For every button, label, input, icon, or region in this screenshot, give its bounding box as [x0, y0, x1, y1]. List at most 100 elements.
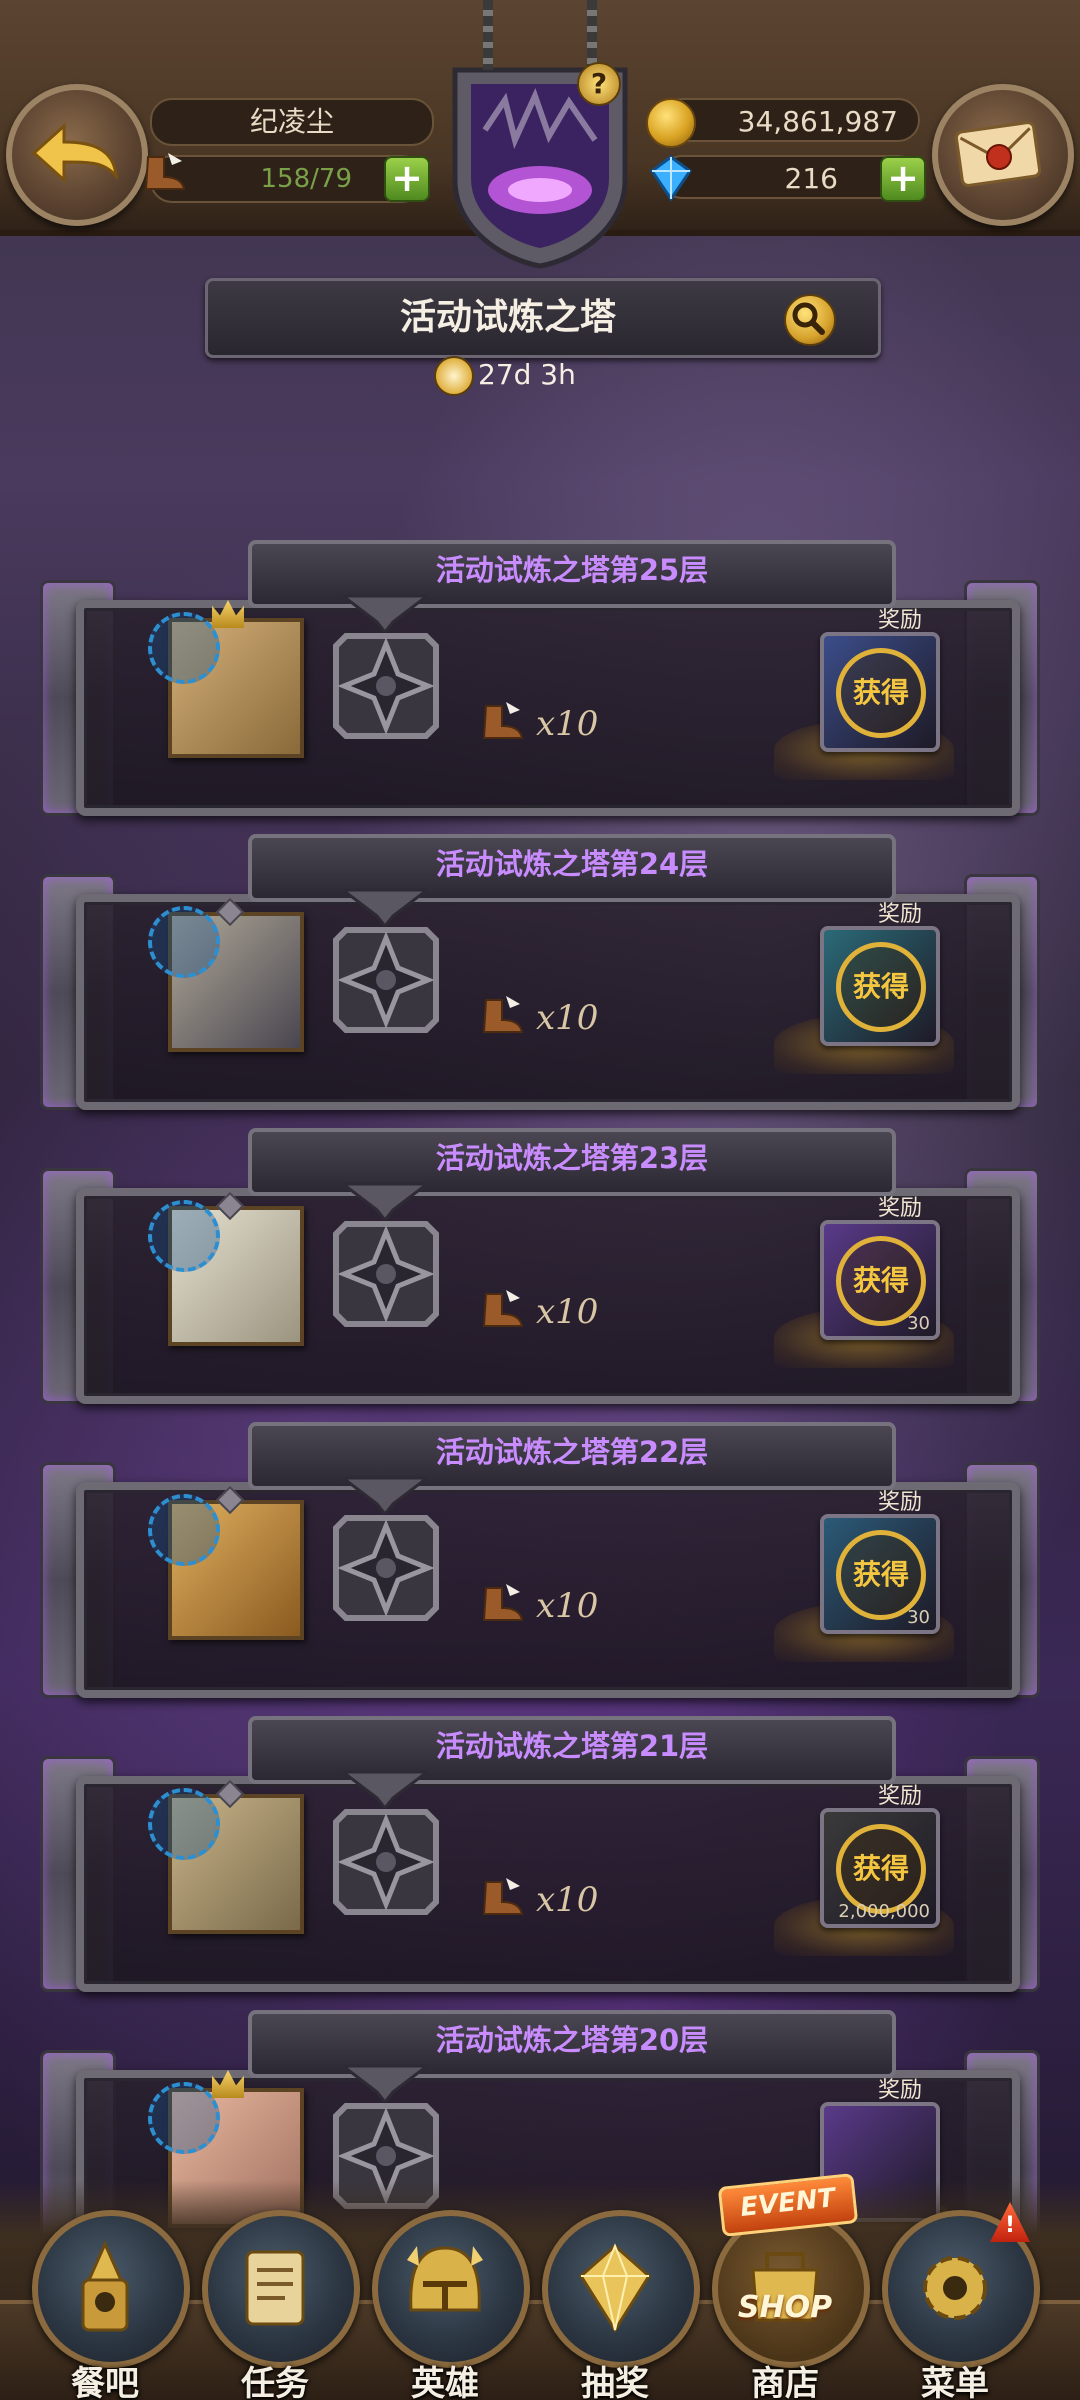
- stamina-cost: x10: [536, 704, 599, 744]
- reward-label: 奖励: [877, 2078, 922, 2103]
- stamina-cost: x10: [536, 1292, 599, 1332]
- floor-card[interactable]: 活动试炼之塔第24层 x10 奖励 获得: [40, 834, 1040, 1110]
- stamina-bar: 158/79 +: [144, 153, 430, 203]
- floor-card[interactable]: 活动试炼之塔第25层 x10 奖励 获得: [40, 540, 1040, 816]
- boss-portrait[interactable]: [148, 600, 304, 758]
- empty-team-slot-icon: [333, 1515, 439, 1621]
- help-icon[interactable]: ?: [577, 62, 621, 106]
- floor-card[interactable]: 活动试炼之塔第22层 x10 奖励 获得 30: [40, 1422, 1040, 1698]
- quest-scroll-icon: [245, 2250, 305, 2326]
- event-title-banner: 活动试炼之塔: [205, 278, 881, 358]
- floor-title: 活动试炼之塔第23层: [435, 1141, 709, 1175]
- reward-label: 奖励: [877, 1490, 922, 1515]
- empty-team-slot-icon: [333, 633, 439, 739]
- gem-value: 216: [784, 162, 838, 195]
- player-name: 纪凌尘: [150, 98, 434, 146]
- floor-title: 活动试炼之塔第21层: [435, 1729, 709, 1763]
- empty-team-slot-icon: [333, 1221, 439, 1327]
- stamina-cost: x10: [536, 998, 599, 1038]
- tavern-icon: [81, 2240, 129, 2332]
- stamina-boot-icon: [482, 1584, 524, 1621]
- nav-draw[interactable]: 抽奖: [530, 2210, 700, 2400]
- cleared-badge: [148, 1494, 220, 1566]
- reward-label: 奖励: [877, 1784, 922, 1809]
- blue-gem-icon: [649, 155, 693, 202]
- empty-team-slot-icon: [333, 1809, 439, 1915]
- nav-label: 菜单: [921, 2364, 989, 2400]
- nav-shop[interactable]: EVENT SHOP 商店: [700, 2173, 870, 2400]
- time-remaining: 27d 3h: [478, 358, 576, 391]
- event-title: 活动试炼之塔: [399, 297, 616, 338]
- floor-card[interactable]: 活动试炼之塔第21层 x10 奖励 获得 2,000,000: [40, 1716, 1040, 1992]
- boss-portrait[interactable]: [148, 897, 304, 1052]
- event-timer: 27d 3h: [434, 352, 576, 398]
- nav-menu[interactable]: ! 菜单: [870, 2202, 1040, 2400]
- cleared-badge: [148, 1788, 220, 1860]
- nav-heroes[interactable]: 英雄: [360, 2210, 530, 2400]
- boss-portrait[interactable]: [148, 1779, 304, 1934]
- nav-tavern[interactable]: 餐吧: [20, 2210, 190, 2400]
- floor-title: 活动试炼之塔第20层: [435, 2023, 709, 2057]
- mail-button[interactable]: [932, 84, 1074, 226]
- stamina-boot-icon: [482, 1878, 524, 1915]
- cleared-badge: [148, 2082, 220, 2154]
- mail-envelope-icon: [955, 121, 1041, 187]
- gold-counter: 34,861,987: [646, 98, 920, 148]
- reward-item[interactable]: 获得 2,000,000: [820, 1808, 940, 1928]
- reward-quantity: 30: [907, 1607, 930, 1628]
- nav-label: 商店: [751, 2364, 819, 2400]
- stamina-boot-icon: [482, 996, 524, 1033]
- shop-tag: SHOP: [737, 2290, 833, 2325]
- gem-draw-icon: [579, 2243, 651, 2333]
- reward-item[interactable]: 获得 30: [820, 1514, 940, 1634]
- reward-item[interactable]: 获得: [820, 926, 940, 1046]
- clock-icon: [434, 356, 474, 396]
- nav-quests[interactable]: 任务: [190, 2210, 360, 2400]
- nav-label: 任务: [241, 2364, 309, 2400]
- reward-item[interactable]: 获得 30: [820, 1220, 940, 1340]
- gold-value: 34,861,987: [737, 105, 898, 138]
- tower-crest[interactable]: ?: [445, 0, 635, 270]
- floor-card[interactable]: 活动试炼之塔第23层 x10 奖励 获得 30: [40, 1128, 1040, 1404]
- stamina-boot-icon: [482, 702, 524, 739]
- boss-portrait[interactable]: [148, 1485, 304, 1640]
- nav-label: 抽奖: [581, 2364, 649, 2400]
- add-stamina-button[interactable]: +: [384, 156, 430, 202]
- floor-title: 活动试炼之塔第24层: [435, 847, 709, 881]
- top-bar: 纪凌尘 158/79 + ? 34,861,987 216 +: [0, 0, 1080, 269]
- stamina-cost: x10: [536, 1586, 599, 1626]
- add-gems-button[interactable]: +: [880, 156, 926, 202]
- gear-menu-icon: [923, 2256, 987, 2320]
- cleared-badge: [148, 612, 220, 684]
- obtained-stamp: 获得: [836, 942, 926, 1032]
- reward-quantity: 2,000,000: [838, 1901, 930, 1922]
- gold-coin-icon: [646, 98, 696, 148]
- gem-counter: 216 +: [649, 155, 926, 202]
- empty-team-slot-icon: [333, 927, 439, 1033]
- reward-label: 奖励: [877, 902, 922, 927]
- nav-label: 英雄: [411, 2364, 479, 2400]
- reward-item[interactable]: 获得: [820, 632, 940, 752]
- magnifier-icon: [792, 302, 825, 335]
- bottom-nav: 餐吧 任务 英雄 抽奖 EVENT SHOP 商店 ! 菜单: [0, 2173, 1080, 2400]
- cleared-badge: [148, 906, 220, 978]
- screen-root: 纪凌尘 158/79 + ? 34,861,987 216 + 活动试炼之塔 2…: [0, 0, 1080, 2400]
- stamina-boot-icon: [482, 1290, 524, 1327]
- obtained-stamp: 获得: [836, 648, 926, 738]
- floor-title: 活动试炼之塔第25层: [435, 553, 709, 587]
- stamina-value: 158/79: [260, 164, 352, 194]
- chain-left: [483, 0, 493, 70]
- chain-right: [587, 0, 597, 70]
- stamina-cost: x10: [536, 1880, 599, 1920]
- boss-portrait[interactable]: [148, 1191, 304, 1346]
- search-button[interactable]: [784, 294, 836, 346]
- cleared-badge: [148, 1200, 220, 1272]
- floor-title: 活动试炼之塔第22层: [435, 1435, 709, 1469]
- nav-label: 餐吧: [71, 2364, 139, 2400]
- back-button[interactable]: [6, 84, 148, 226]
- back-arrow-icon: [31, 122, 118, 184]
- hero-helmet-icon: [407, 2246, 483, 2312]
- reward-quantity: 30: [907, 1313, 930, 1334]
- reward-label: 奖励: [877, 1196, 922, 1221]
- stamina-boot-icon: [144, 153, 186, 190]
